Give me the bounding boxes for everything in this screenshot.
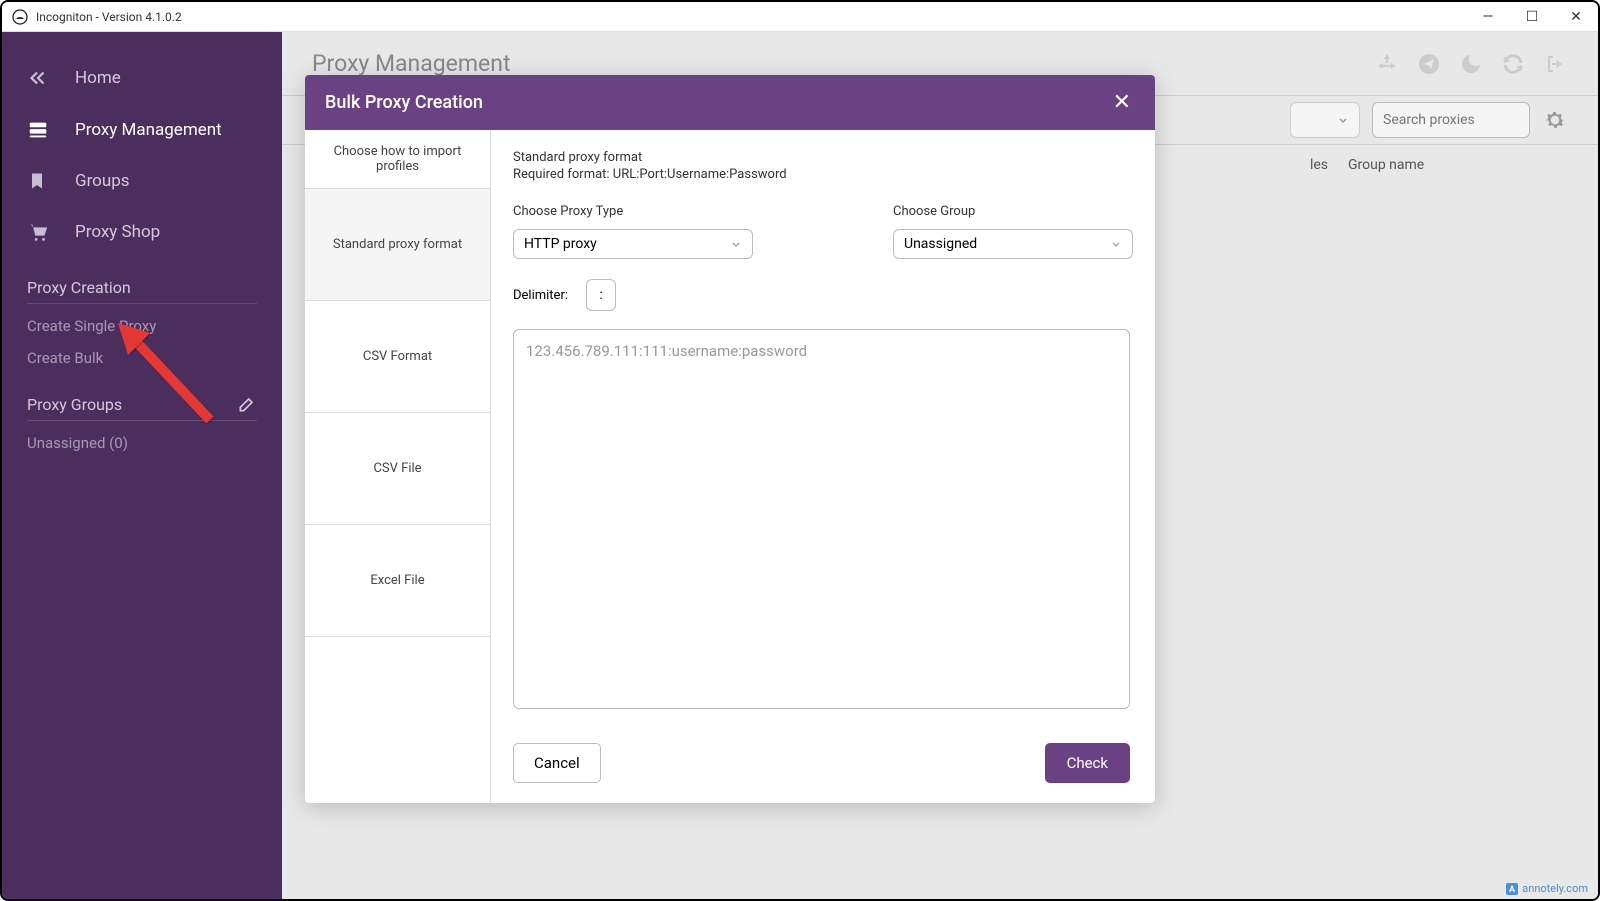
group-label: Choose Group [893, 204, 1133, 219]
logout-icon[interactable] [1542, 51, 1568, 77]
send-icon[interactable] [1416, 51, 1442, 77]
sidebar-sub-create-single[interactable]: Create Single Proxy [2, 310, 282, 342]
app-icon [12, 9, 28, 25]
search-input[interactable] [1372, 102, 1530, 138]
main-area: Proxy Management [282, 32, 1598, 899]
modal-tab-csv-format[interactable]: CSV Format [305, 301, 490, 413]
modal-title: Bulk Proxy Creation [325, 92, 483, 113]
cancel-button[interactable]: Cancel [513, 743, 601, 783]
page-title: Proxy Management [312, 50, 510, 77]
format-heading: Standard proxy format [513, 150, 1133, 165]
edit-icon[interactable] [237, 394, 257, 414]
recycle-icon[interactable] [1374, 51, 1400, 77]
window-title: Incogniton - Version 4.1.0.2 [36, 10, 1476, 24]
delimiter-label: Delimiter: [513, 288, 568, 303]
proxy-type-select[interactable]: HTTP proxy [513, 229, 753, 259]
sidebar-sub-create-bulk[interactable]: Create Bulk [2, 342, 282, 374]
format-required: Required format: URL:Port:Username:Passw… [513, 167, 1133, 182]
watermark: A annotely.com [1506, 882, 1588, 895]
sidebar-item-groups[interactable]: Groups [2, 156, 282, 206]
proxy-textarea[interactable] [513, 329, 1130, 709]
sidebar-section-proxy-creation: Proxy Creation [27, 268, 257, 304]
proxy-type-label: Choose Proxy Type [513, 204, 753, 219]
sidebar-section-proxy-groups: Proxy Groups [27, 384, 257, 421]
modal-close-button[interactable]: ✕ [1109, 90, 1135, 115]
refresh-icon[interactable] [1500, 51, 1526, 77]
sidebar-sub-unassigned[interactable]: Unassigned (0) [2, 427, 282, 459]
bookmark-icon [27, 171, 57, 191]
cart-icon [27, 221, 57, 243]
sidebar-item-proxy-shop[interactable]: Proxy Shop [2, 206, 282, 258]
modal-tab-standard[interactable]: Standard proxy format [305, 189, 490, 301]
modal-tab-csv-file[interactable]: CSV File [305, 413, 490, 525]
moon-icon[interactable] [1458, 51, 1484, 77]
sidebar: Home Proxy Management Groups Proxy Shop [2, 32, 282, 899]
bulk-proxy-modal: Bulk Proxy Creation ✕ Choose how to impo… [305, 75, 1155, 803]
delimiter-input[interactable] [586, 279, 616, 311]
sidebar-item-label: Home [75, 68, 121, 88]
column-les: les [1308, 157, 1348, 173]
close-button[interactable]: ✕ [1564, 9, 1588, 25]
filter-select[interactable] [1290, 102, 1360, 138]
modal-tab-header: Choose how to import profiles [305, 130, 490, 189]
minimize-button[interactable]: — [1476, 9, 1500, 25]
svg-text:A: A [1509, 885, 1516, 895]
titlebar: Incogniton - Version 4.1.0.2 — ☐ ✕ [2, 2, 1598, 32]
sidebar-item-label: Proxy Shop [75, 222, 160, 242]
sidebar-item-label: Proxy Management [75, 120, 222, 140]
sidebar-item-label: Groups [75, 171, 130, 191]
settings-icon[interactable] [1542, 107, 1568, 133]
maximize-button[interactable]: ☐ [1520, 9, 1544, 25]
group-select[interactable]: Unassigned [893, 229, 1133, 259]
sidebar-item-home[interactable]: Home [2, 52, 282, 104]
collapse-icon [27, 67, 57, 89]
column-group-name: Group name [1348, 157, 1568, 173]
check-button[interactable]: Check [1045, 743, 1130, 783]
server-icon [27, 119, 57, 141]
modal-tab-excel-file[interactable]: Excel File [305, 525, 490, 637]
sidebar-item-proxy-management[interactable]: Proxy Management [2, 104, 282, 156]
